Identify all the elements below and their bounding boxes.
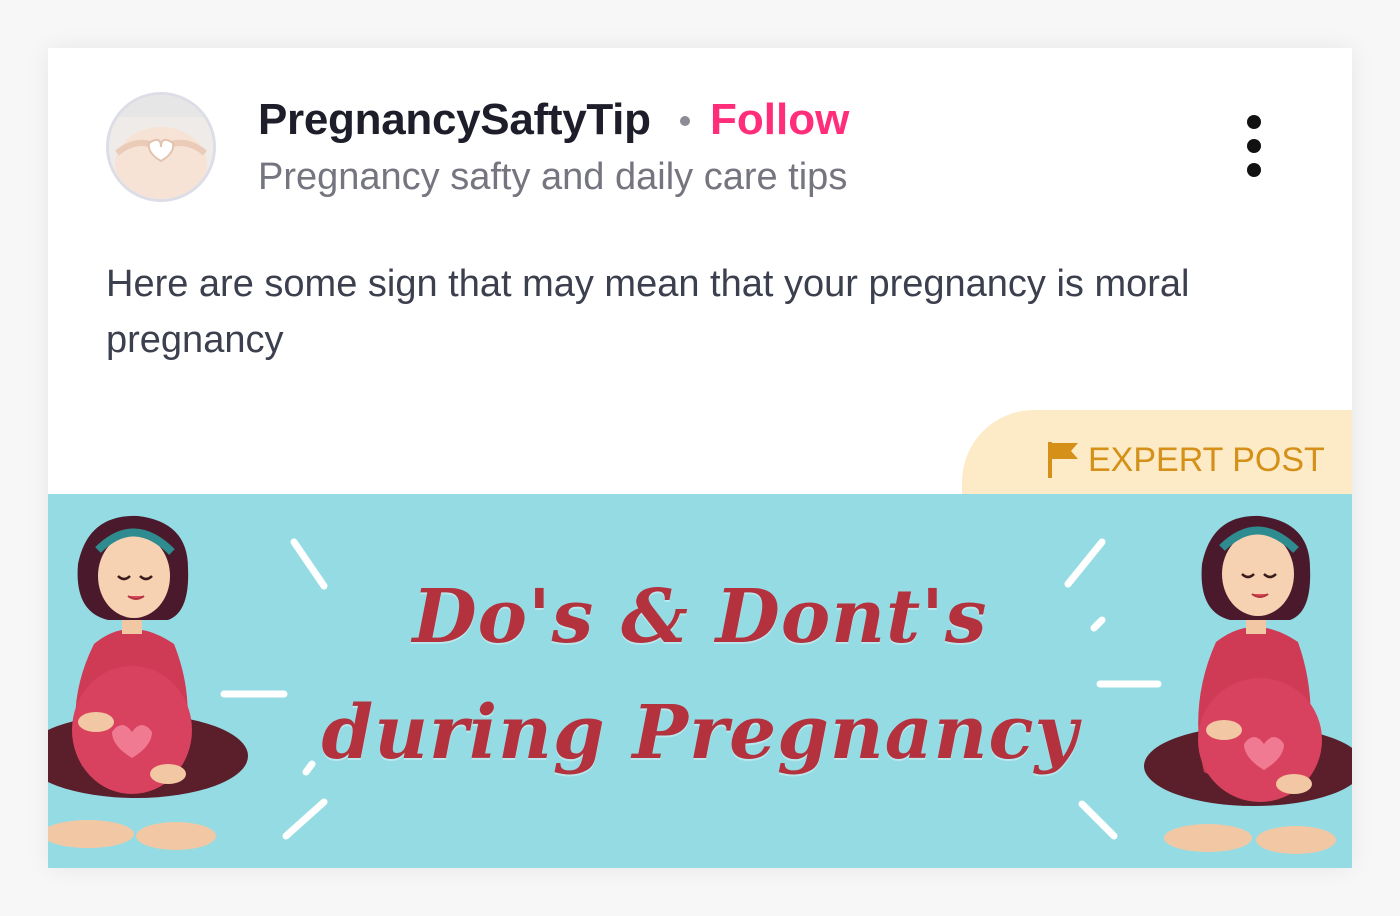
flag-icon bbox=[1048, 442, 1078, 478]
author-name[interactable]: PregnancySaftyTip bbox=[258, 92, 651, 148]
author-description: Pregnancy safty and daily care tips bbox=[258, 156, 848, 198]
post-banner-image[interactable]: Do's & Dont's during Pregnancy bbox=[48, 494, 1352, 868]
post-card: PregnancySaftyTip Follow Pregnancy safty… bbox=[48, 48, 1352, 868]
separator-dot bbox=[680, 116, 690, 126]
banner-title-line2: during Pregnancy bbox=[321, 690, 1079, 776]
follow-button[interactable]: Follow bbox=[710, 92, 849, 148]
pregnant-woman-right-icon bbox=[1144, 515, 1352, 854]
pregnant-woman-left-icon bbox=[48, 515, 248, 850]
more-vertical-icon[interactable] bbox=[1236, 106, 1272, 186]
post-text: Here are some sign that may mean that yo… bbox=[106, 263, 1190, 361]
pregnant-belly-heart-hands-icon bbox=[109, 95, 213, 199]
pregnancy-illustration bbox=[48, 515, 1352, 854]
expert-post-label: EXPERT POST bbox=[1088, 441, 1325, 479]
author-avatar[interactable] bbox=[106, 92, 216, 202]
banner-title-line1: Do's & Dont's bbox=[412, 574, 988, 660]
